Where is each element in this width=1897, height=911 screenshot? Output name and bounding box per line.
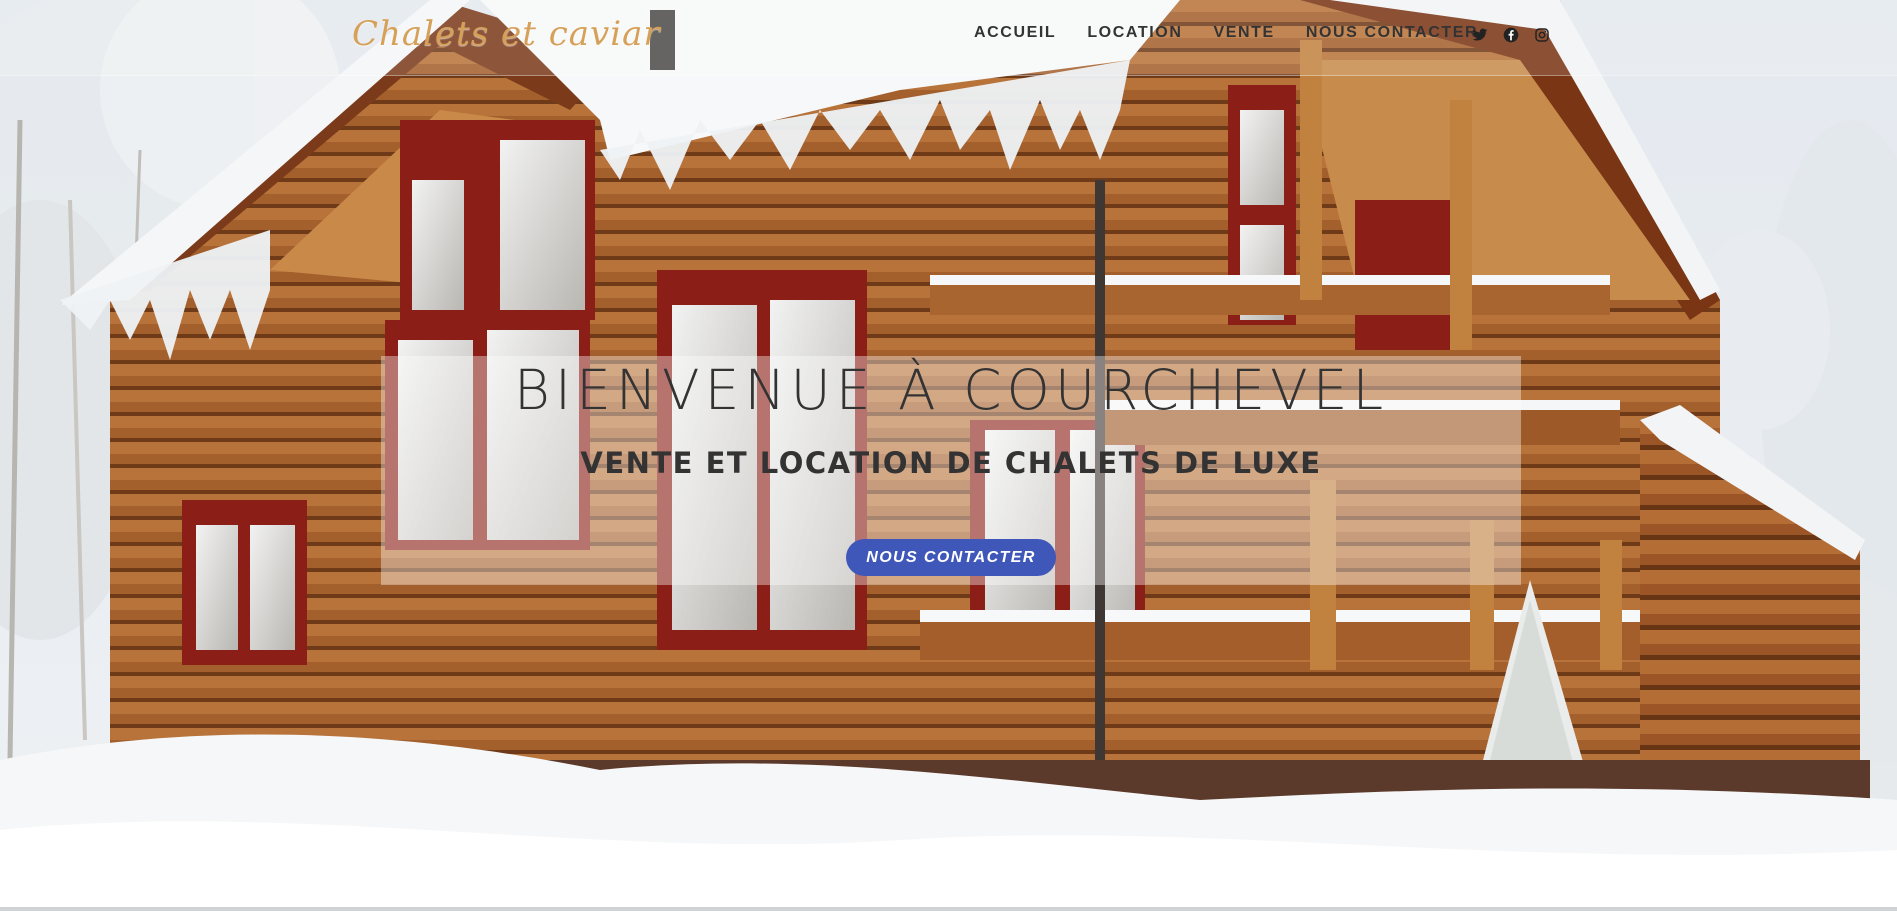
twitter-icon[interactable] (1472, 27, 1488, 43)
contact-button[interactable]: NOUS CONTACTER (846, 539, 1056, 576)
site-header: Chalets et caviar ACCUEIL LOCATION VENTE… (0, 0, 1897, 76)
facebook-icon[interactable] (1503, 27, 1519, 43)
nav-item-nous-contacter[interactable]: NOUS CONTACTER (1306, 24, 1478, 42)
hero-subtitle: VENTE ET LOCATION DE CHALETS DE LUXE (580, 446, 1322, 480)
nav-item-location[interactable]: LOCATION (1087, 24, 1182, 42)
hero-title: BIENVENUE À COURCHEVEL (513, 358, 1389, 422)
instagram-icon[interactable] (1534, 27, 1550, 43)
nav-item-accueil[interactable]: ACCUEIL (974, 24, 1056, 42)
main-nav: ACCUEIL LOCATION VENTE NOUS CONTACTER (974, 24, 1478, 42)
nav-item-vente[interactable]: VENTE (1213, 24, 1274, 42)
hero-section: Chalets et caviar ACCUEIL LOCATION VENTE… (0, 0, 1897, 911)
bottom-divider (0, 907, 1897, 911)
hero-overlay: BIENVENUE À COURCHEVEL VENTE ET LOCATION… (381, 356, 1521, 585)
site-logo[interactable]: Chalets et caviar (352, 14, 661, 54)
social-links (1472, 27, 1550, 43)
